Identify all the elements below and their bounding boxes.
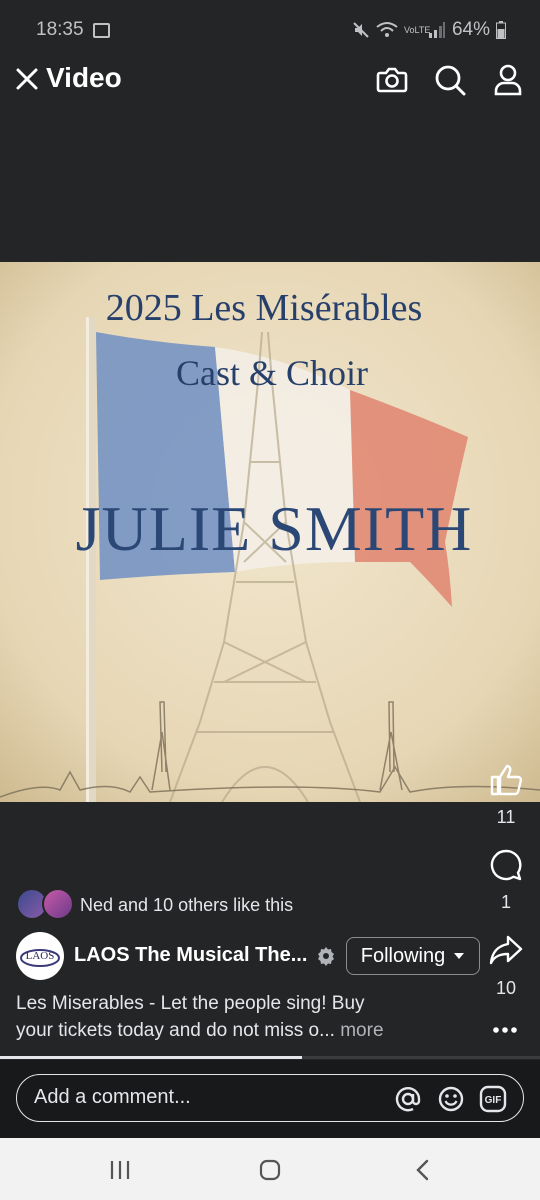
camera-icon bbox=[376, 67, 408, 93]
status-bar: 18:35 VoLTE 64% bbox=[0, 0, 540, 56]
close-button[interactable] bbox=[12, 62, 42, 96]
video-player[interactable]: 2025 Les Misérables Cast & Choir JULIE S… bbox=[0, 262, 540, 802]
back-button[interactable] bbox=[403, 1150, 443, 1190]
poster-performer-name: JULIE SMITH bbox=[75, 493, 473, 564]
caret-down-icon bbox=[454, 953, 465, 959]
page-title: Video bbox=[46, 62, 122, 93]
gif-button[interactable]: GIF bbox=[478, 1084, 508, 1114]
settings-badge-icon bbox=[316, 946, 336, 966]
liker-avatars[interactable] bbox=[16, 888, 78, 922]
poster-title: 2025 Les Misérables bbox=[105, 287, 423, 329]
like-button[interactable] bbox=[484, 758, 528, 802]
gif-icon: GIF bbox=[479, 1085, 507, 1113]
search-icon bbox=[435, 65, 466, 96]
like-count: 11 bbox=[496, 807, 516, 827]
camera-button[interactable] bbox=[372, 60, 412, 100]
more-dots-icon bbox=[493, 1027, 517, 1033]
smiley-icon bbox=[438, 1086, 464, 1112]
status-indicators: VoLTE 64% bbox=[352, 19, 506, 41]
more-options-button[interactable] bbox=[492, 1020, 518, 1040]
share-button[interactable] bbox=[484, 928, 528, 972]
caption-line-1: Les Miserables - Let the people sing! Bu… bbox=[16, 993, 365, 1014]
mute-icon bbox=[353, 22, 369, 38]
home-button[interactable] bbox=[250, 1150, 290, 1190]
recent-apps-icon bbox=[110, 1161, 130, 1179]
comment-button[interactable] bbox=[484, 843, 528, 887]
laos-logo-icon: LAOS bbox=[18, 934, 62, 978]
image-notification-icon bbox=[93, 23, 110, 38]
svg-text:LAOS: LAOS bbox=[26, 950, 55, 962]
video-progress-bar[interactable] bbox=[0, 1056, 540, 1059]
post-caption[interactable]: Les Miserables - Let the people sing! Bu… bbox=[16, 990, 456, 1044]
share-count: 10 bbox=[495, 978, 517, 998]
back-chevron-icon bbox=[416, 1159, 429, 1181]
battery-percent: 64% bbox=[451, 19, 490, 40]
comment-count: 1 bbox=[500, 892, 511, 912]
comment-icon bbox=[490, 849, 522, 881]
mention-button[interactable] bbox=[393, 1084, 423, 1114]
see-more-link[interactable]: more bbox=[340, 1020, 383, 1041]
close-icon bbox=[16, 68, 38, 90]
wifi-icon bbox=[376, 22, 398, 37]
status-time: 18:35 bbox=[36, 19, 84, 40]
profile-button[interactable] bbox=[488, 60, 528, 100]
video-progress-fill bbox=[0, 1056, 303, 1059]
comment-placeholder: Add a comment... bbox=[34, 1086, 191, 1108]
share-icon bbox=[489, 935, 523, 965]
caption-line-2: your tickets today and do not miss o... bbox=[16, 1020, 335, 1041]
page-name[interactable]: LAOS The Musical The... bbox=[74, 944, 307, 967]
home-icon bbox=[259, 1159, 281, 1181]
volte-label: VoLTE bbox=[403, 24, 431, 35]
profile-icon bbox=[494, 64, 522, 96]
following-button[interactable]: Following bbox=[346, 937, 480, 975]
search-button[interactable] bbox=[430, 60, 470, 100]
signal-icon bbox=[428, 22, 445, 38]
likes-summary[interactable]: Ned and 10 others like this bbox=[80, 895, 293, 916]
recent-apps-button[interactable] bbox=[100, 1150, 140, 1190]
avatar bbox=[42, 888, 74, 920]
thumbs-up-icon bbox=[490, 764, 523, 796]
at-sign-icon bbox=[395, 1087, 421, 1112]
svg-text:GIF: GIF bbox=[485, 1095, 502, 1106]
emoji-button[interactable] bbox=[436, 1084, 466, 1114]
following-label: Following bbox=[360, 944, 446, 967]
poster-subtitle: Cast & Choir bbox=[175, 353, 368, 393]
battery-icon bbox=[496, 21, 506, 39]
page-avatar[interactable]: LAOS bbox=[16, 932, 64, 980]
